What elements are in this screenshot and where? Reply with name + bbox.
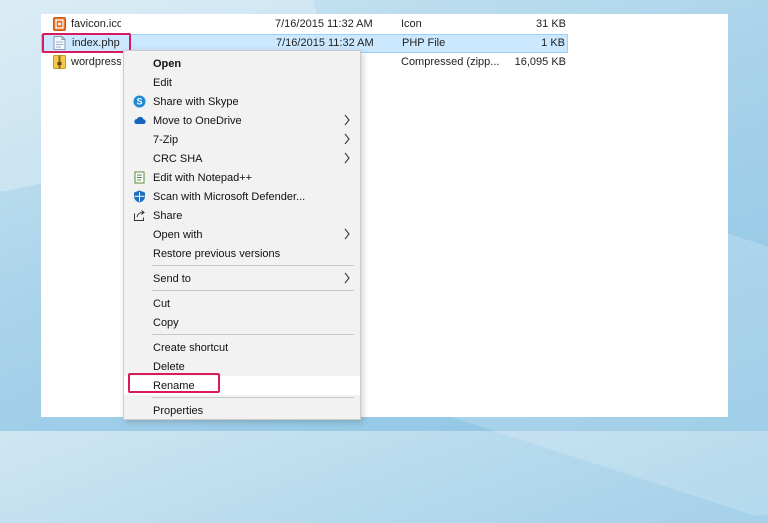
menu-item-label: 7-Zip (153, 134, 179, 146)
menu-item-label: Cut (153, 298, 171, 310)
menu-item-label: Delete (153, 361, 185, 373)
menu-separator (152, 334, 354, 335)
menu-item-label: Open (153, 58, 182, 70)
chevron-right-icon (344, 152, 350, 164)
menu-item-label: Send to (153, 273, 191, 285)
menu-item-label: Share with Skype (153, 96, 239, 108)
chevron-right-icon (344, 133, 350, 145)
menu-item-move-to-onedrive[interactable]: Move to OneDrive (124, 111, 360, 130)
share-icon (134, 210, 145, 221)
menu-item-send-to[interactable]: Send to (124, 269, 360, 288)
menu-item-open-with[interactable]: Open with (124, 225, 360, 244)
menu-item-label: Create shortcut (153, 342, 229, 354)
menu-item-create-shortcut[interactable]: Create shortcut (124, 338, 360, 357)
menu-item-open[interactable]: Open (124, 54, 360, 73)
menu-separator (152, 265, 354, 266)
highlight-box-index-php (42, 33, 131, 53)
menu-separator (152, 290, 354, 291)
ico-file-icon (53, 17, 66, 31)
onedrive-cloud-icon (134, 116, 146, 124)
file-type: Icon (401, 18, 422, 30)
menu-item-label: Edit (153, 77, 172, 89)
menu-separator (152, 397, 354, 398)
file-date: 7/16/2015 11:32 AM (275, 18, 373, 30)
menu-item-edit-with-notepad[interactable]: Edit with Notepad++ (124, 168, 360, 187)
file-name: wordpress- (71, 56, 121, 68)
menu-item-cut[interactable]: Cut (124, 294, 360, 313)
file-size: 16,095 KB (514, 56, 566, 68)
chevron-right-icon (344, 228, 350, 240)
context-menu: Open Edit S Share with Skype Move to One… (123, 50, 361, 420)
file-type: Compressed (zipp... (401, 56, 500, 68)
file-size: 1 KB (541, 37, 565, 49)
menu-item-restore-previous-versions[interactable]: Restore previous versions (124, 244, 360, 263)
menu-item-label: Open with (153, 229, 203, 241)
menu-item-label: Properties (153, 405, 204, 417)
menu-item-edit[interactable]: Edit (124, 73, 360, 92)
menu-item-share-with-skype[interactable]: S Share with Skype (124, 92, 360, 111)
file-date: 7/16/2015 11:32 AM (276, 37, 374, 49)
menu-item-share[interactable]: Share (124, 206, 360, 225)
menu-item-scan-with-defender[interactable]: Scan with Microsoft Defender... (124, 187, 360, 206)
menu-item-7-zip[interactable]: 7-Zip (124, 130, 360, 149)
svg-text:S: S (136, 97, 142, 107)
defender-shield-icon (134, 190, 145, 203)
menu-item-label: Share (153, 210, 183, 222)
menu-item-label: CRC SHA (153, 153, 203, 165)
menu-item-properties[interactable]: Properties (124, 401, 360, 420)
zip-file-icon (53, 55, 66, 69)
file-row-favicon[interactable]: favicon.ico 7/16/2015 11:32 AM Icon 31 K… (41, 15, 568, 34)
chevron-right-icon (344, 114, 350, 126)
file-type: PHP File (402, 37, 446, 49)
menu-item-label: Restore previous versions (153, 248, 281, 260)
menu-item-label: Copy (153, 317, 179, 329)
file-name: favicon.ico (71, 18, 121, 30)
menu-item-label: Scan with Microsoft Defender... (153, 191, 306, 203)
chevron-right-icon (344, 272, 350, 284)
menu-item-copy[interactable]: Copy (124, 313, 360, 332)
menu-item-crc-sha[interactable]: CRC SHA (124, 149, 360, 168)
notepad-plus-plus-icon (134, 171, 145, 184)
file-size: 31 KB (536, 18, 566, 30)
menu-item-label: Move to OneDrive (153, 115, 242, 127)
skype-icon: S (133, 95, 146, 108)
menu-item-label: Edit with Notepad++ (153, 172, 253, 184)
highlight-box-rename (128, 373, 220, 393)
